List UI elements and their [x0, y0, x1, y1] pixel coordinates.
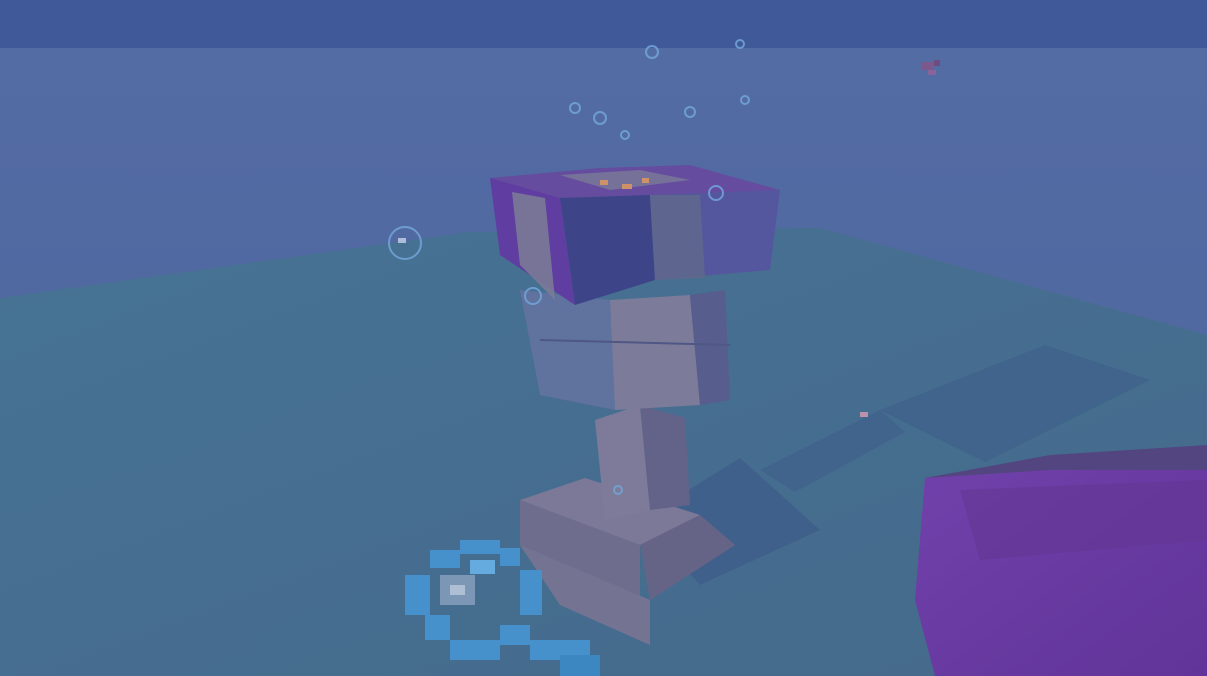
- water-tint-overlay: [0, 0, 1207, 676]
- game-viewport[interactable]: [0, 0, 1207, 676]
- underwater-scene: [0, 0, 1207, 676]
